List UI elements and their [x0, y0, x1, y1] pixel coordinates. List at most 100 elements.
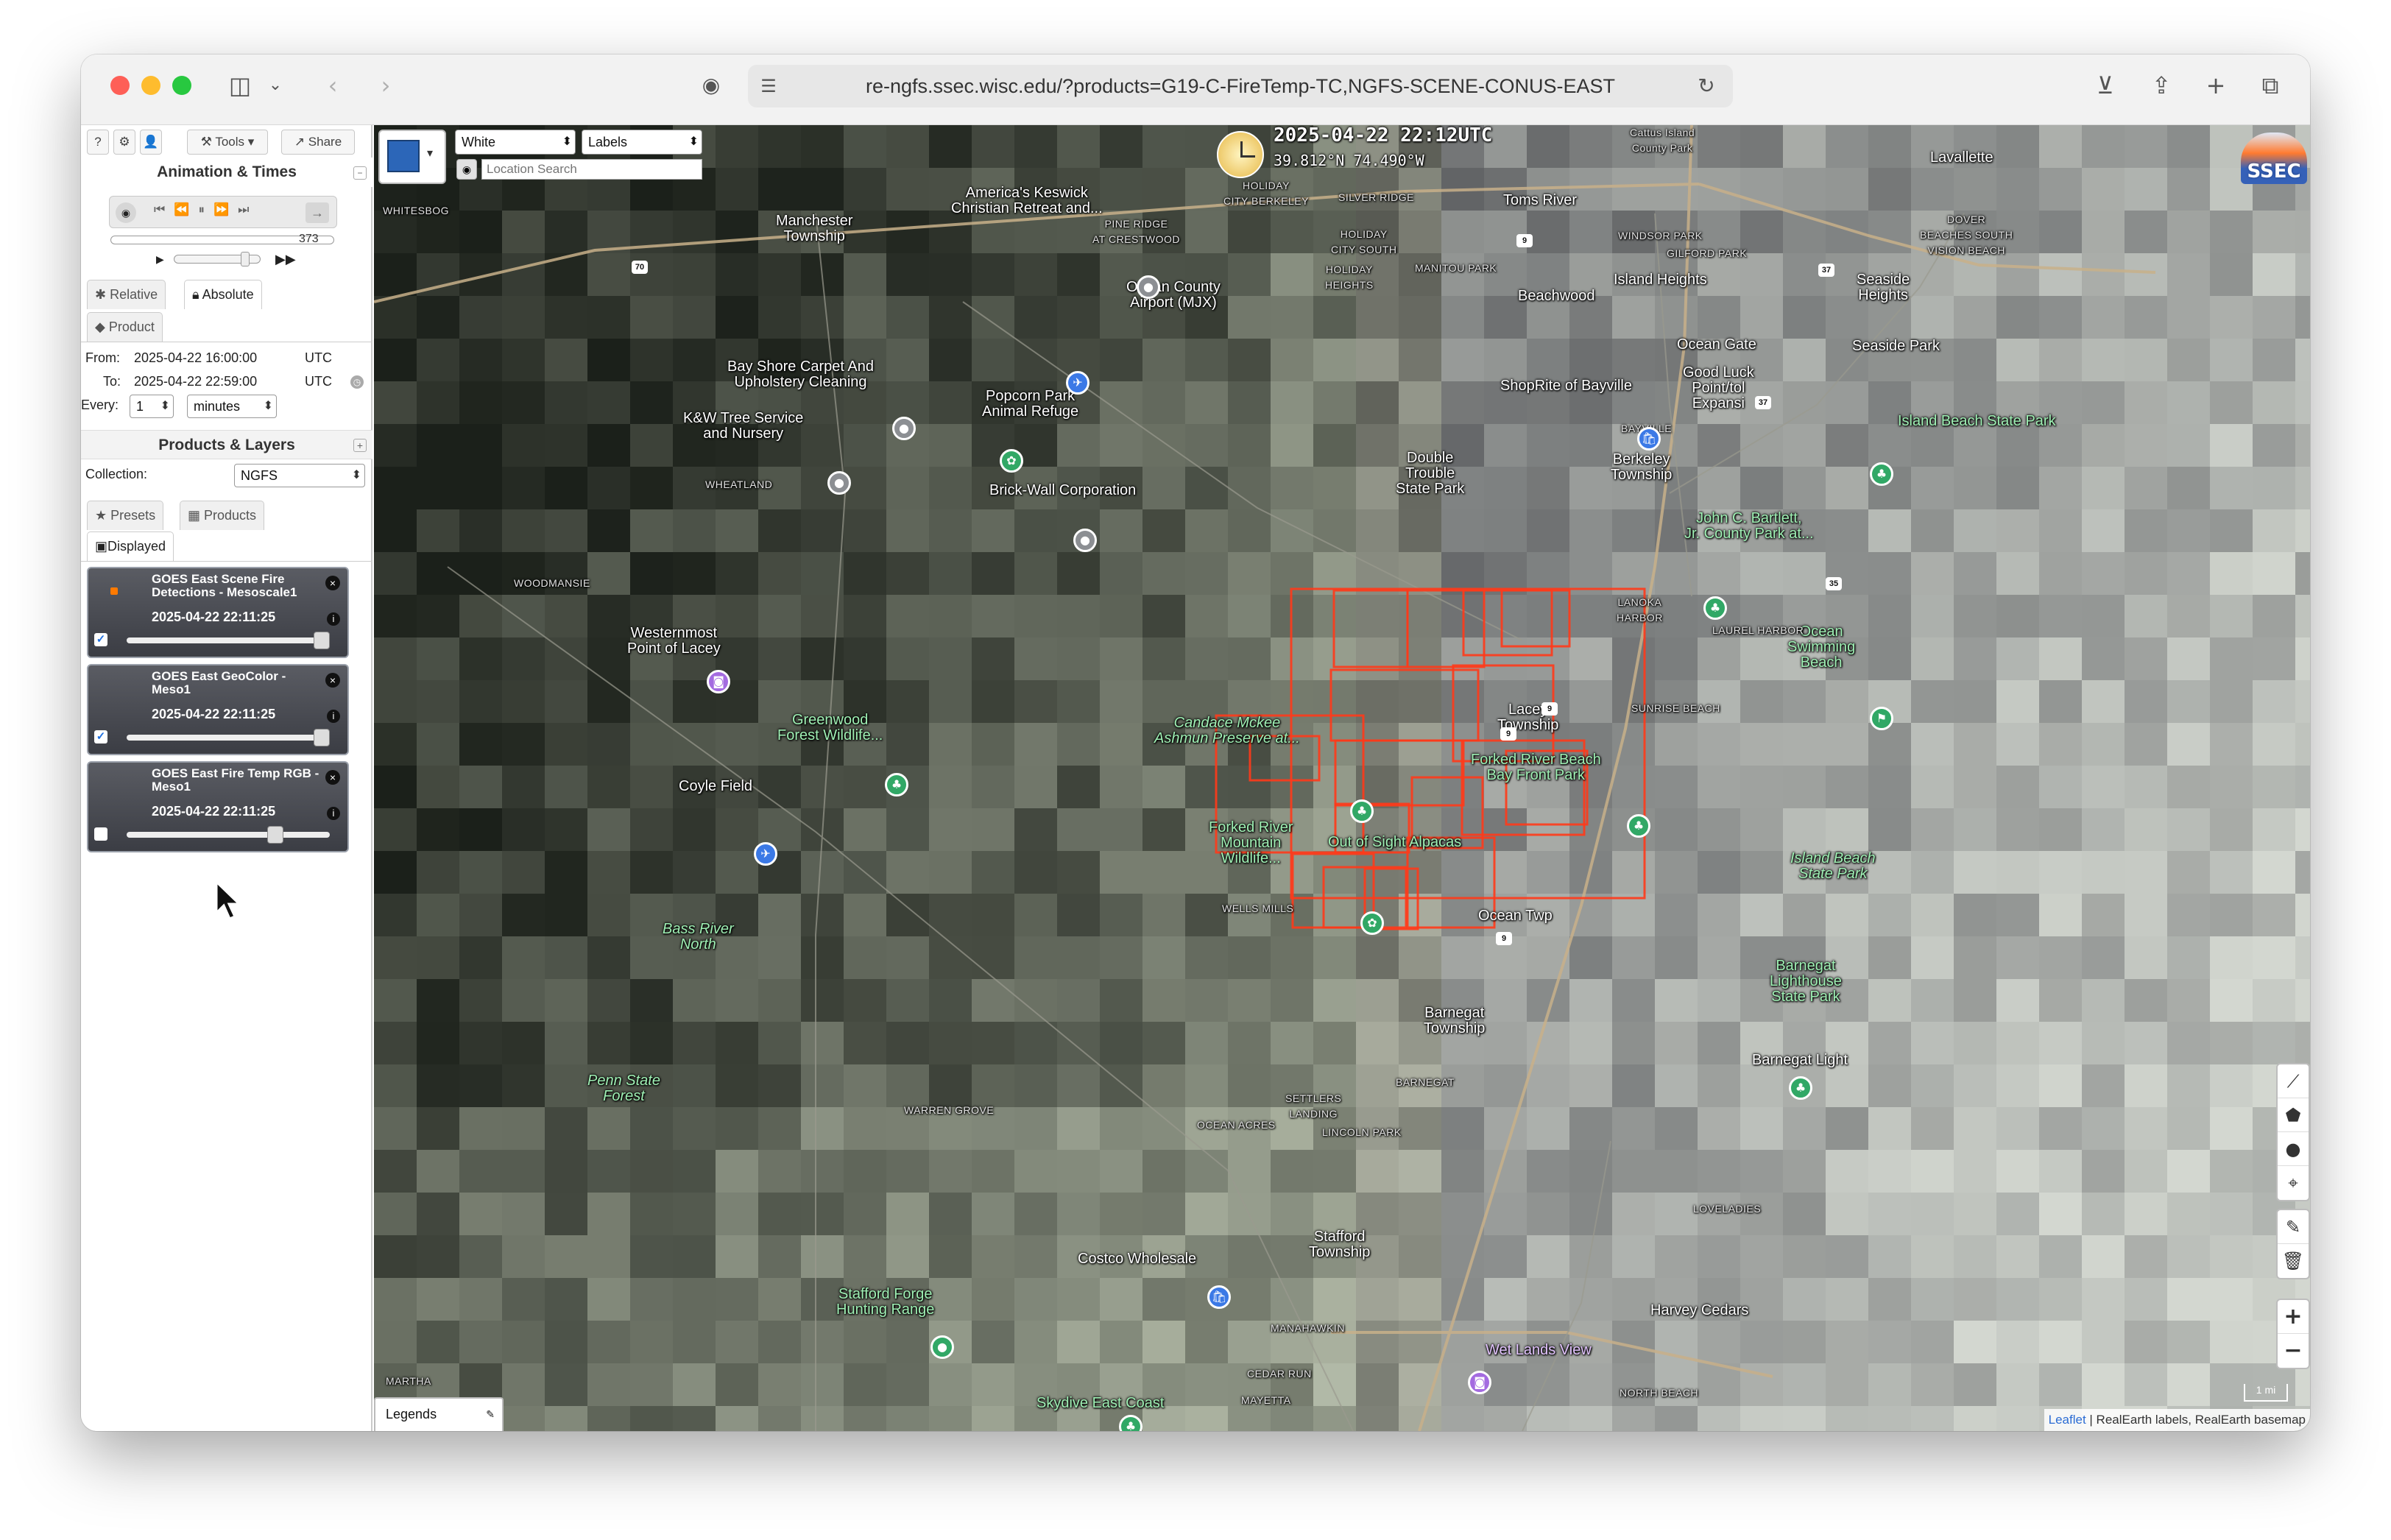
settings-button[interactable]: ⚙ — [113, 130, 135, 155]
info-icon[interactable]: i — [327, 612, 340, 626]
layer-visibility-checkbox[interactable] — [94, 827, 107, 841]
fast-forward-icon[interactable]: ▶▶ — [275, 252, 296, 267]
location-search-input[interactable] — [481, 159, 702, 180]
labels-select[interactable]: Labels — [582, 130, 702, 155]
opacity-slider[interactable] — [127, 826, 330, 844]
tools-menu-button[interactable]: ⚒ Tools ▾ — [187, 130, 268, 155]
poi-marker-icon[interactable]: ◙ — [707, 670, 730, 693]
share-icon[interactable]: ⇪ — [2147, 71, 2176, 100]
user-button[interactable]: 👤 — [140, 130, 162, 155]
collapse-icon[interactable]: − — [353, 166, 367, 180]
download-icon[interactable]: ⊻ — [2091, 71, 2120, 100]
reload-icon[interactable]: ↻ — [1692, 71, 1721, 101]
opacity-thumb[interactable] — [314, 632, 330, 649]
poi-marker-icon[interactable]: ● — [930, 1335, 954, 1359]
tab-presets[interactable]: ★ Presets — [87, 501, 164, 530]
draw-line-icon[interactable]: ⟋ — [2278, 1064, 2309, 1098]
tab-absolute[interactable]: 🔒︎ Absolute — [184, 280, 262, 309]
page-menu-icon[interactable]: ☰ — [754, 71, 783, 101]
opacity-slider[interactable] — [127, 729, 330, 746]
layer-visibility-checkbox[interactable]: ✓ — [94, 633, 107, 646]
layer-card[interactable]: GOES East Fire Temp RGB - Meso1 2025-04-… — [87, 761, 349, 852]
poi-marker-icon[interactable]: ♣ — [1703, 596, 1727, 620]
share-button[interactable]: ↗ Share — [281, 130, 355, 155]
poi-marker-icon[interactable]: ◙ — [1468, 1371, 1491, 1394]
to-value[interactable]: 2025-04-22 22:59:00 — [134, 374, 257, 389]
speed-thumb[interactable] — [241, 252, 250, 266]
address-bar[interactable]: ☰ re-ngfs.ssec.wisc.edu/?products=G19-C-… — [748, 65, 1733, 107]
forward-icon[interactable]: › — [371, 71, 400, 100]
poi-marker-icon[interactable]: ♣ — [1350, 799, 1374, 823]
draw-polygon-icon[interactable]: ⬟ — [2278, 1098, 2309, 1132]
poi-marker-icon[interactable]: ♣ — [1627, 814, 1650, 838]
draw-circle-icon[interactable]: ● — [2278, 1132, 2309, 1166]
poi-marker-icon[interactable]: ● — [1137, 275, 1160, 299]
poi-marker-icon[interactable]: ✿ — [1360, 911, 1384, 935]
poi-marker-icon[interactable]: ✈ — [754, 842, 777, 866]
remove-layer-icon[interactable]: × — [325, 576, 340, 590]
info-icon[interactable]: i — [327, 710, 340, 723]
poi-marker-icon[interactable]: ● — [892, 417, 916, 440]
play-icon[interactable]: ▶ — [156, 253, 164, 266]
tab-overview-icon[interactable]: ⧉ — [2256, 71, 2285, 100]
tab-displayed[interactable]: ▣Displayed — [87, 531, 174, 561]
edit-icon[interactable]: ✎ — [2278, 1210, 2309, 1244]
remove-layer-icon[interactable]: × — [325, 673, 340, 688]
poi-marker-icon[interactable]: ♣ — [1789, 1076, 1812, 1100]
map-label-lavallette: Lavallette — [1930, 149, 1993, 166]
minimize-window-button[interactable] — [141, 76, 160, 95]
legends-button[interactable]: Legends ✎ — [374, 1397, 504, 1431]
opacity-slider[interactable] — [127, 632, 330, 649]
clock-icon[interactable]: ◷ — [350, 375, 364, 389]
layer-card[interactable]: GOES East GeoColor - Meso1 2025-04-22 22… — [87, 664, 349, 755]
basemap-select[interactable]: White — [455, 130, 576, 155]
info-icon[interactable]: i — [327, 807, 340, 820]
skip-end-icon[interactable]: → — [306, 202, 329, 223]
layer-card[interactable]: GOES East Scene Fire Detections - Mesosc… — [87, 567, 349, 658]
leaflet-link[interactable]: Leaflet — [2049, 1413, 2086, 1427]
remove-layer-icon[interactable]: × — [325, 770, 340, 785]
poi-marker-icon[interactable]: ♣ — [885, 773, 908, 797]
sidebar-toggle-icon[interactable]: ◫ — [225, 71, 255, 100]
poi-marker-icon[interactable]: ♣ — [1870, 462, 1893, 486]
opacity-thumb[interactable] — [266, 826, 283, 844]
new-tab-icon[interactable]: + — [2201, 71, 2231, 100]
zoom-in-button[interactable]: + — [2278, 1300, 2309, 1334]
poi-marker-icon[interactable]: 🛍︎ — [1207, 1285, 1231, 1309]
tab-products[interactable]: ▦ Products — [180, 501, 265, 530]
layer-switcher-button[interactable]: ▾ — [378, 130, 446, 184]
map-view[interactable]: ▾ White Labels ◉ 2025-04-22 22:12UTC 39.… — [374, 125, 2310, 1431]
url-text[interactable]: re-ngfs.ssec.wisc.edu/?products=G19-C-Fi… — [824, 65, 1656, 107]
speed-slider[interactable] — [174, 252, 261, 266]
poi-marker-icon[interactable]: ✈ — [1066, 371, 1089, 395]
chevron-down-icon[interactable]: ⌄ — [261, 71, 290, 100]
add-icon[interactable]: + — [353, 439, 367, 452]
from-value[interactable]: 2025-04-22 16:00:00 — [134, 350, 257, 366]
step-buttons[interactable]: ⏮⏪⏸⏩⏭ — [154, 202, 258, 217]
zoom-out-button[interactable]: − — [2278, 1334, 2309, 1368]
every-unit-select[interactable]: minutes — [187, 395, 277, 418]
poi-marker-icon[interactable]: ✿ — [1000, 449, 1023, 473]
map-label-bay-shore: Bay Shore Carpet And Upholstery Cleaning — [727, 358, 875, 390]
zoom-window-button[interactable] — [172, 76, 191, 95]
locate-icon[interactable]: ◉ — [456, 159, 477, 180]
layer-visibility-checkbox[interactable]: ✓ — [94, 730, 107, 743]
trash-icon[interactable]: 🗑︎ — [2278, 1244, 2309, 1278]
poi-marker-icon[interactable]: ⚑ — [1870, 707, 1893, 730]
privacy-icon[interactable]: ◉ — [696, 71, 726, 100]
map-label-costco: Costco Wholesale — [1078, 1251, 1197, 1267]
poi-marker-icon[interactable]: ● — [827, 471, 851, 495]
poi-marker-icon[interactable]: ● — [1073, 529, 1097, 552]
draw-marker-icon[interactable]: ⌖ — [2278, 1166, 2309, 1200]
back-icon[interactable]: ‹ — [318, 71, 347, 100]
opacity-thumb[interactable] — [314, 729, 330, 746]
collection-select[interactable]: NGFS — [234, 464, 365, 487]
help-button[interactable]: ? — [87, 130, 109, 155]
loop-icon[interactable]: ◉ — [116, 202, 136, 223]
tab-relative[interactable]: ✱ Relative — [87, 280, 166, 309]
poi-marker-icon[interactable]: 🛍︎ — [1637, 427, 1661, 451]
every-input[interactable]: 1 — [130, 395, 174, 418]
pin-icon: ✎ — [486, 1408, 495, 1420]
close-window-button[interactable] — [110, 76, 130, 95]
tab-product[interactable]: ◆ Product — [87, 312, 163, 342]
